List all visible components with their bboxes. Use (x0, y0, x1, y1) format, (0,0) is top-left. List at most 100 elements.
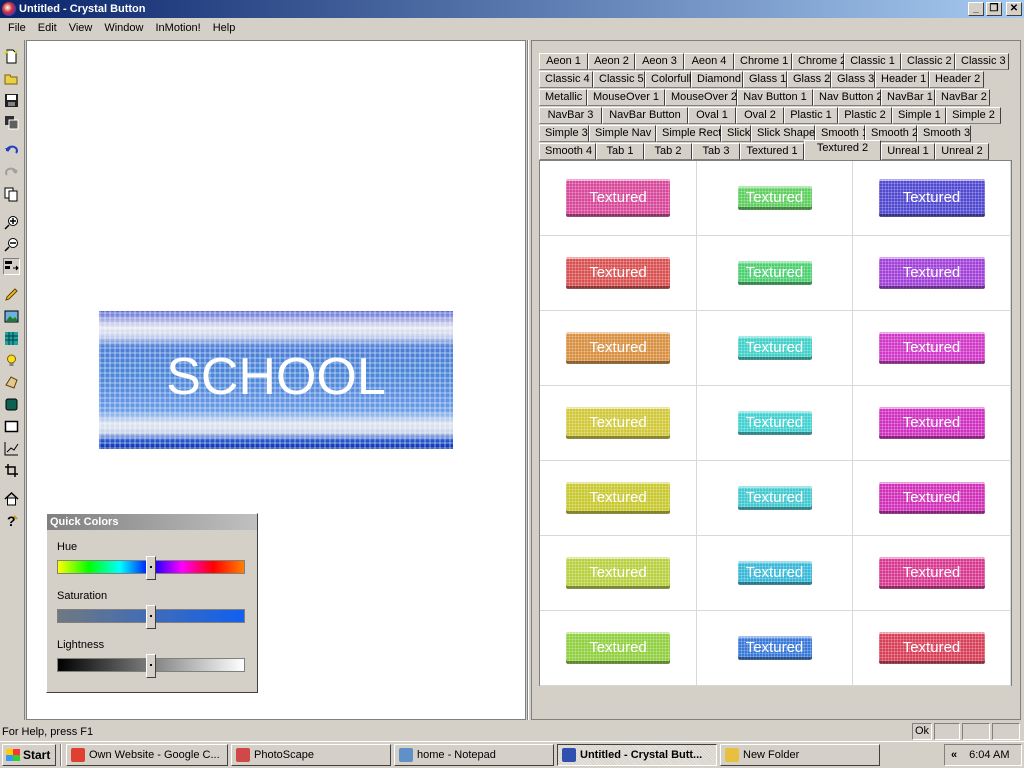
gallery-cell[interactable]: Textured (540, 611, 697, 686)
textured-button-sample[interactable]: Textured (737, 336, 812, 360)
lightness-slider-thumb[interactable] (146, 654, 156, 678)
textured-button-sample[interactable]: Textured (566, 332, 670, 364)
menu-edit[interactable]: Edit (32, 18, 63, 38)
redo-icon[interactable] (3, 164, 20, 181)
taskbar-item-photoscape[interactable]: PhotoScape (231, 744, 391, 766)
tab-navbar-button[interactable]: NavBar Button (602, 107, 688, 124)
taskbar-item-own-website-google-c[interactable]: Own Website - Google C... (66, 744, 228, 766)
tab-unreal-2[interactable]: Unreal 2 (935, 143, 989, 160)
help-icon[interactable]: ? (3, 512, 20, 529)
taskbar-item-new-folder[interactable]: New Folder (720, 744, 880, 766)
taskbar-item-untitled-crystal-butt[interactable]: Untitled - Crystal Butt... (557, 744, 717, 766)
export-icon[interactable] (3, 114, 20, 131)
title-bar[interactable]: Untitled - Crystal Button _ ❐ ✕ (0, 0, 1024, 18)
tab-metallic[interactable]: Metallic (539, 89, 587, 106)
gallery-cell[interactable]: Textured (540, 161, 697, 236)
tab-simple-2[interactable]: Simple 2 (946, 107, 1001, 124)
open-icon[interactable] (3, 70, 20, 87)
textured-button-sample[interactable]: Textured (878, 257, 985, 289)
gallery-cell[interactable]: Textured (697, 386, 853, 461)
crop-icon[interactable] (3, 462, 20, 479)
tab-plastic-1[interactable]: Plastic 1 (784, 107, 838, 124)
save-icon[interactable] (3, 92, 20, 109)
tab-oval-1[interactable]: Oval 1 (688, 107, 736, 124)
gallery-cell[interactable]: Textured (697, 461, 853, 536)
gallery-cell[interactable]: Textured (853, 386, 1011, 461)
shape-icon[interactable] (3, 374, 20, 391)
tab-navbar-2[interactable]: NavBar 2 (935, 89, 990, 106)
gallery-cell[interactable]: Textured (540, 386, 697, 461)
tab-classic-4[interactable]: Classic 4 (539, 71, 593, 88)
gallery-cell[interactable]: Textured (697, 161, 853, 236)
gallery-cell[interactable]: Textured (540, 311, 697, 386)
textured-button-sample[interactable]: Textured (566, 632, 670, 664)
textured-button-sample[interactable]: Textured (737, 186, 812, 210)
menu-view[interactable]: View (63, 18, 99, 38)
saturation-slider[interactable] (57, 605, 245, 629)
new-icon[interactable] (3, 48, 20, 65)
textured-button-sample[interactable]: Textured (878, 632, 985, 664)
tab-navbar-3[interactable]: NavBar 3 (539, 107, 602, 124)
textured-button-sample[interactable]: Textured (737, 636, 812, 660)
tab-smooth-4[interactable]: Smooth 4 (539, 143, 596, 160)
tab-glass-2[interactable]: Glass 2 (787, 71, 831, 88)
textured-button-sample[interactable]: Textured (878, 557, 985, 589)
tab-nav-button-1[interactable]: Nav Button 1 (737, 89, 813, 106)
tab-simple-3[interactable]: Simple 3 (539, 125, 589, 142)
menu-window[interactable]: Window (98, 18, 149, 38)
tab-tab-1[interactable]: Tab 1 (596, 143, 644, 160)
tab-aeon-3[interactable]: Aeon 3 (635, 53, 684, 70)
tab-classic-3[interactable]: Classic 3 (955, 53, 1009, 70)
tab-diamond[interactable]: Diamond (691, 71, 743, 88)
hue-slider[interactable] (57, 556, 245, 580)
tab-navbar-1[interactable]: NavBar 1 (881, 89, 935, 106)
gallery-cell[interactable]: Textured (540, 536, 697, 611)
textured-button-sample[interactable]: Textured (737, 561, 812, 585)
tab-oval-2[interactable]: Oval 2 (736, 107, 784, 124)
textured-button-sample[interactable]: Textured (566, 179, 670, 217)
tab-tab-2[interactable]: Tab 2 (644, 143, 692, 160)
taskbar-item-home-notepad[interactable]: home - Notepad (394, 744, 554, 766)
textured-button-sample[interactable]: Textured (737, 261, 812, 285)
tab-aeon-4[interactable]: Aeon 4 (684, 53, 734, 70)
tab-smooth-3[interactable]: Smooth 3 (917, 125, 971, 142)
textured-button-sample[interactable]: Textured (878, 407, 985, 439)
tab-header-1[interactable]: Header 1 (875, 71, 929, 88)
tab-aeon-1[interactable]: Aeon 1 (539, 53, 588, 70)
tab-textured-1[interactable]: Textured 1 (740, 143, 804, 160)
copy-icon[interactable] (3, 186, 20, 203)
gallery-cell[interactable]: Textured (697, 311, 853, 386)
chart-icon[interactable] (3, 440, 20, 457)
tray-expand-icon[interactable]: « (945, 749, 963, 761)
gallery-cell[interactable]: Textured (853, 311, 1011, 386)
tab-classic-2[interactable]: Classic 2 (901, 53, 955, 70)
textured-button-sample[interactable]: Textured (566, 557, 670, 589)
tab-unreal-1[interactable]: Unreal 1 (881, 143, 935, 160)
tab-glass-1[interactable]: Glass 1 (743, 71, 787, 88)
undo-icon[interactable] (3, 142, 20, 159)
gallery-cell[interactable]: Textured (853, 461, 1011, 536)
gallery-cell[interactable]: Textured (540, 461, 697, 536)
crystal-button-app-icon[interactable] (2, 2, 16, 16)
menu-help[interactable]: Help (207, 18, 242, 38)
light-icon[interactable] (3, 352, 20, 369)
tab-simple-1[interactable]: Simple 1 (892, 107, 946, 124)
start-button[interactable]: Start (2, 744, 56, 766)
school-button-preview[interactable]: SCHOOL (99, 311, 453, 449)
tab-simple-rect[interactable]: Simple Rect (656, 125, 721, 142)
zoom-out-icon[interactable] (3, 236, 20, 253)
hue-slider-thumb[interactable] (146, 556, 156, 580)
textured-button-sample[interactable]: Textured (566, 482, 670, 514)
tab-simple-nav[interactable]: Simple Nav (589, 125, 656, 142)
panel-splitter[interactable] (527, 40, 529, 720)
layer-icon[interactable] (3, 396, 20, 413)
lightness-slider[interactable] (57, 654, 245, 678)
texture-icon[interactable] (3, 330, 20, 347)
tab-classic-1[interactable]: Classic 1 (844, 53, 901, 70)
gallery-cell[interactable]: Textured (853, 161, 1011, 236)
zoom-in-icon[interactable] (3, 214, 20, 231)
tab-glass-3[interactable]: Glass 3 (831, 71, 875, 88)
textured-button-sample[interactable]: Textured (737, 411, 812, 435)
tab-mouseover-1[interactable]: MouseOver 1 (587, 89, 665, 106)
textured-button-sample[interactable]: Textured (737, 486, 812, 510)
